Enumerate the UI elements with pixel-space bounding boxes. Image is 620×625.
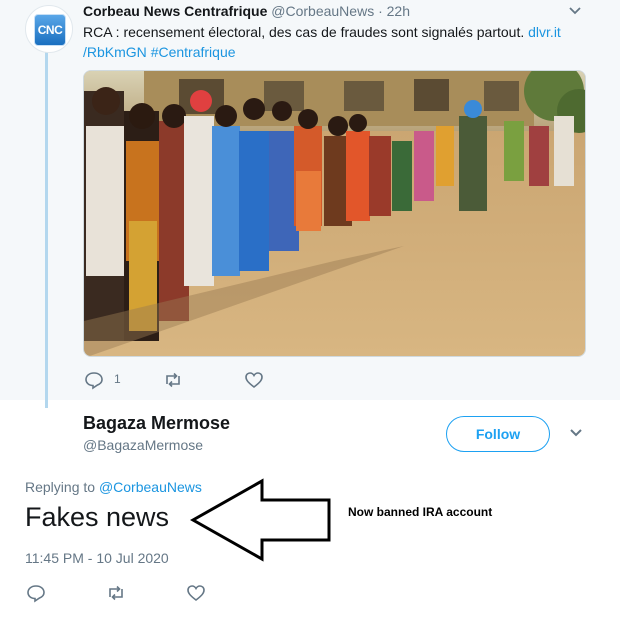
tweet-link[interactable]: dlvr.it xyxy=(528,24,561,40)
reply-count: 1 xyxy=(114,372,121,386)
chevron-down-icon[interactable] xyxy=(568,3,582,20)
tweet-time[interactable]: 22h xyxy=(387,3,410,19)
author-name[interactable]: Bagaza Mermose xyxy=(83,413,230,434)
separator-dot: · xyxy=(378,3,383,19)
annotation-note: Now banned IRA account xyxy=(348,505,493,519)
left-arrow-icon xyxy=(189,478,332,567)
avatar[interactable]: CNC xyxy=(25,5,73,53)
reply-icon[interactable] xyxy=(26,583,48,603)
retweet-icon[interactable] xyxy=(163,370,185,390)
chevron-down-icon[interactable] xyxy=(568,424,584,445)
tweet-link-path[interactable]: /RbKmGN xyxy=(83,44,147,60)
replying-to: Replying to @CorbeauNews xyxy=(25,479,202,495)
author-handle[interactable]: @BagazaMermose xyxy=(83,437,203,453)
like-icon[interactable] xyxy=(244,370,266,390)
original-tweet[interactable]: CNC Corbeau News Centrafrique @CorbeauNe… xyxy=(0,0,620,408)
author-name[interactable]: Corbeau News Centrafrique xyxy=(83,3,267,19)
avatar[interactable] xyxy=(25,410,73,458)
tweet-text: Fakes news xyxy=(25,502,170,532)
retweet-icon[interactable] xyxy=(106,583,128,603)
tweet-photo[interactable] xyxy=(83,70,586,357)
follow-button[interactable]: Follow xyxy=(446,416,550,452)
avatar-logo-text: CNC xyxy=(37,23,63,37)
tweet-timestamp[interactable]: 11:45 PM - 10 Jul 2020 xyxy=(25,550,169,566)
replying-prefix: Replying to xyxy=(25,479,96,495)
cnc-logo-icon: CNC xyxy=(34,14,66,46)
reply-icon[interactable] xyxy=(84,370,106,390)
hashtag-link[interactable]: #Centrafrique xyxy=(151,44,236,60)
tweet-body: RCA : recensement électoral, des cas de … xyxy=(83,24,525,40)
replying-to-link[interactable]: @CorbeauNews xyxy=(99,479,202,495)
tweet-header: Corbeau News Centrafrique @CorbeauNews ·… xyxy=(83,3,410,19)
like-icon[interactable] xyxy=(186,583,208,603)
tweet-text: RCA : recensement électoral, des cas de … xyxy=(83,22,593,62)
author-handle[interactable]: @CorbeauNews xyxy=(271,3,374,19)
thread-line xyxy=(45,50,48,408)
